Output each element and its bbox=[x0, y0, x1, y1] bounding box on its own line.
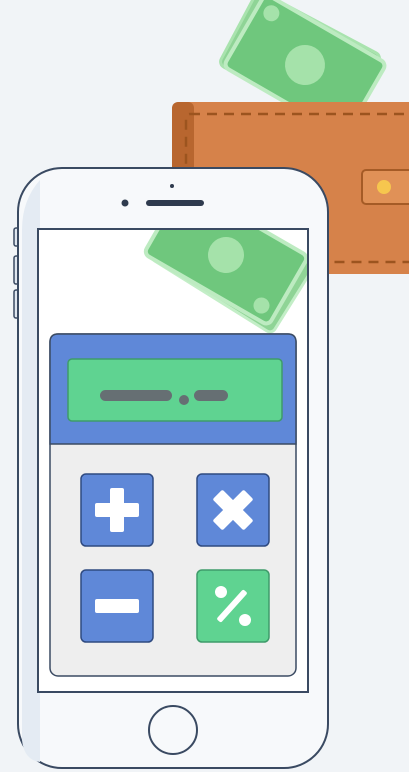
percent-key[interactable] bbox=[196, 569, 270, 643]
finance-calculator-illustration bbox=[0, 0, 409, 772]
calculator-display bbox=[67, 358, 283, 422]
minus-icon bbox=[95, 599, 139, 613]
illustration-canvas bbox=[13, 0, 409, 769]
multiply-key[interactable] bbox=[196, 473, 270, 547]
speaker-grille bbox=[146, 200, 204, 206]
camera-icon bbox=[121, 199, 129, 207]
minus-key[interactable] bbox=[80, 569, 154, 643]
home-button[interactable] bbox=[148, 705, 198, 755]
plus-key[interactable] bbox=[80, 473, 154, 547]
calculator-icon bbox=[49, 333, 297, 677]
